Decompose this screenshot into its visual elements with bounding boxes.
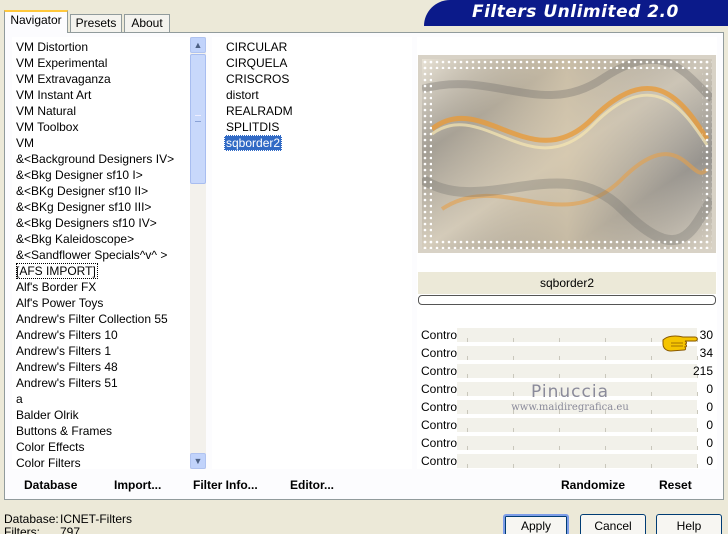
control-value: 0 xyxy=(706,382,713,396)
database-button[interactable]: Database xyxy=(24,472,77,498)
preview-image xyxy=(422,59,712,249)
control-slider-track[interactable] xyxy=(457,436,698,450)
category-item[interactable]: &<Bkg Designer sf10 I> xyxy=(16,167,143,183)
database-value: ICNET-Filters xyxy=(60,512,132,526)
control-slider-track[interactable] xyxy=(457,454,698,468)
control-row[interactable]: Control 60 xyxy=(417,434,717,452)
right-button-bar: Randomize Reset xyxy=(418,472,716,498)
category-item[interactable]: VM Distortion xyxy=(16,39,88,55)
scroll-up-icon[interactable]: ▲ xyxy=(190,37,206,53)
progress-bar xyxy=(418,295,716,305)
control-slider-track[interactable] xyxy=(457,418,698,432)
filter-item[interactable]: CIRQUELA xyxy=(224,55,289,71)
control-value: 215 xyxy=(692,364,713,378)
reset-button[interactable]: Reset xyxy=(659,472,692,498)
control-row[interactable]: Control 70 xyxy=(417,452,717,470)
tab-navigator[interactable]: Navigator xyxy=(4,10,68,33)
category-item[interactable]: [AFS IMPORT] xyxy=(16,263,98,279)
control-value: 0 xyxy=(706,400,713,414)
tab-about[interactable]: About xyxy=(124,14,170,32)
filter-item[interactable]: distort xyxy=(224,87,261,103)
cancel-button[interactable]: Cancel xyxy=(580,514,646,534)
filter-item[interactable]: sqborder2 xyxy=(224,135,283,151)
category-item[interactable]: a xyxy=(16,391,23,407)
category-item[interactable]: &<Bkg Kaleidoscope> xyxy=(16,231,134,247)
help-button[interactable]: Help xyxy=(656,514,722,534)
preview-image-frame xyxy=(418,55,716,253)
control-value: 0 xyxy=(706,436,713,450)
control-row[interactable]: Control 50 xyxy=(417,416,717,434)
category-item[interactable]: &<Bkg Designers sf10 IV> xyxy=(16,215,157,231)
app-title-banner: Filters Unlimited 2.0 xyxy=(424,0,728,26)
category-item[interactable]: &<Sandflower Specials^v^ > xyxy=(16,247,167,263)
editor-button[interactable]: Editor... xyxy=(290,472,334,498)
category-item[interactable]: VM Natural xyxy=(16,103,76,119)
category-item[interactable]: Buttons & Frames xyxy=(16,423,112,439)
category-item[interactable]: Balder Olrik xyxy=(16,407,79,423)
filter-name-label: sqborder2 xyxy=(418,272,716,294)
control-row[interactable]: Control 2 215 xyxy=(417,362,717,380)
filter-item[interactable]: CRISCROS xyxy=(224,71,291,87)
filter-item[interactable]: CIRCULAR xyxy=(224,39,289,55)
randomize-button[interactable]: Randomize xyxy=(561,472,625,498)
category-item[interactable]: &<BKg Designer sf10 II> xyxy=(16,183,148,199)
category-scrollbar[interactable]: ▲ ▼ xyxy=(190,37,206,469)
category-item[interactable]: Andrew's Filter Collection 55 xyxy=(16,311,168,327)
filter-info-button[interactable]: Filter Info... xyxy=(193,472,258,498)
category-item[interactable]: VM Instant Art xyxy=(16,87,91,103)
watermark-url: www.maidiregrafica.eu xyxy=(511,402,629,413)
watermark: Pinuccia www.maidiregrafica.eu xyxy=(500,382,640,413)
filters-count-label: Filters: xyxy=(4,525,40,534)
category-item[interactable]: Color Filters xyxy=(16,455,81,469)
left-button-bar: Database Import... Filter Info... Editor… xyxy=(12,472,412,498)
category-item[interactable]: &<BKg Designer sf10 III> xyxy=(16,199,151,215)
filter-item[interactable]: SPLITDIS xyxy=(224,119,281,135)
category-item[interactable]: &<Background Designers IV> xyxy=(16,151,174,167)
control-slider-track[interactable] xyxy=(457,364,698,378)
category-item[interactable]: Alf's Border FX xyxy=(16,279,96,295)
tab-presets[interactable]: Presets xyxy=(70,14,122,32)
category-list[interactable]: VM Distortion VM Experimental VM Extravaga… xyxy=(12,37,190,469)
category-item[interactable]: VM Toolbox xyxy=(16,119,78,135)
category-item[interactable]: Color Effects xyxy=(16,439,84,455)
category-item[interactable]: VM Experimental xyxy=(16,55,107,71)
category-item[interactable]: VM xyxy=(16,135,34,151)
grip-icon xyxy=(195,115,201,122)
filter-list[interactable]: CIRCULAR CIRQUELA CRISCROS distort REALRADM S… xyxy=(212,37,412,469)
control-value: 0 xyxy=(706,454,713,468)
import-button[interactable]: Import... xyxy=(114,472,161,498)
scroll-down-icon[interactable]: ▼ xyxy=(190,453,206,469)
category-item[interactable]: Andrew's Filters 10 xyxy=(16,327,118,343)
apply-button[interactable]: Apply xyxy=(503,514,569,534)
category-item[interactable]: VM Extravaganza xyxy=(16,71,111,87)
category-item[interactable]: Andrew's Filters 1 xyxy=(16,343,111,359)
control-value: 0 xyxy=(706,418,713,432)
watermark-name: Pinuccia xyxy=(531,382,609,402)
hand-pointer-icon xyxy=(662,335,698,352)
category-item[interactable]: Andrew's Filters 48 xyxy=(16,359,118,375)
filters-count-value: 797 xyxy=(60,525,81,534)
status-info: Database:ICNET-Filters Filters: 797 xyxy=(4,513,132,534)
filter-item[interactable]: REALRADM xyxy=(224,103,295,119)
app-title: Filters Unlimited 2.0 xyxy=(472,2,679,22)
scroll-thumb[interactable] xyxy=(190,54,206,184)
category-item[interactable]: Alf's Power Toys xyxy=(16,295,103,311)
category-item[interactable]: Andrew's Filters 51 xyxy=(16,375,118,391)
